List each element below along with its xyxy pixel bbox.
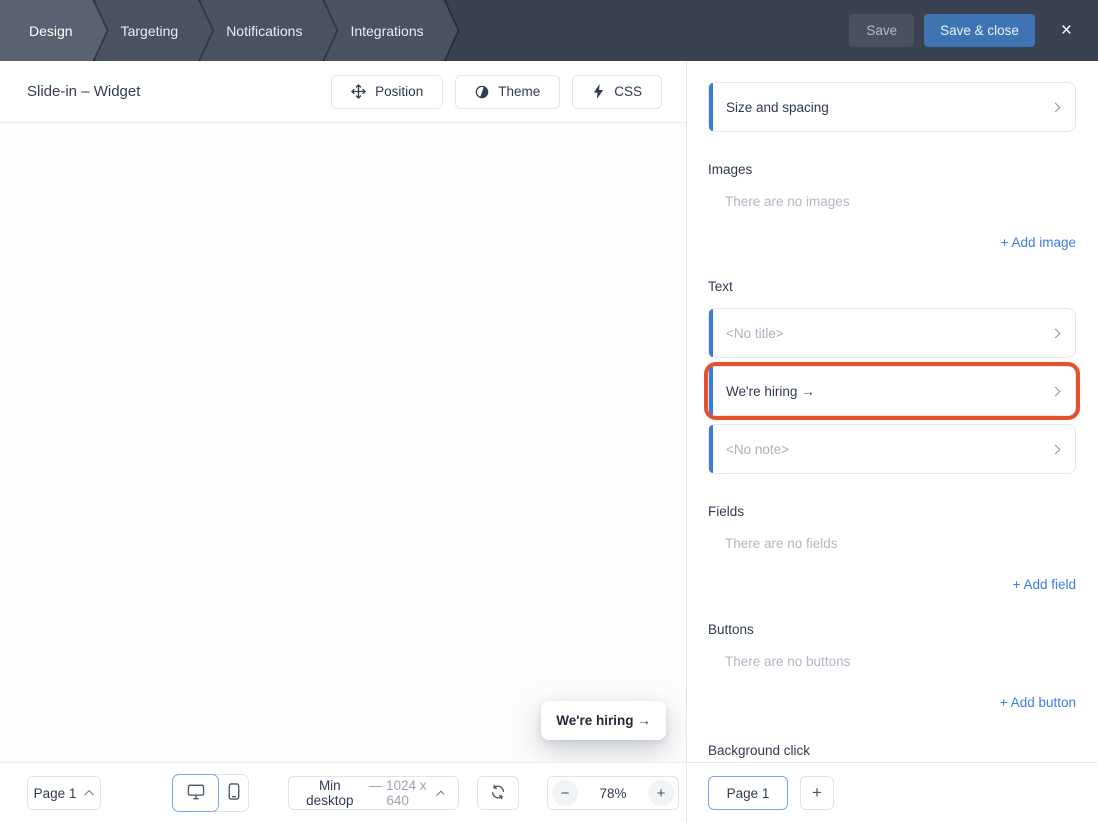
settings-sidebar: Size and spacing Images There are no ima… [687, 61, 1098, 762]
zoom-in-button[interactable]: + [648, 780, 674, 806]
top-navbar: Design Targeting Notifications Integrati… [0, 0, 1098, 61]
close-icon[interactable]: × [1053, 17, 1080, 44]
step-tabs: Design Targeting Notifications Integrati… [0, 0, 849, 61]
add-button-link[interactable]: + Add button [708, 695, 1076, 710]
contrast-icon [475, 85, 489, 99]
canvas-header: Slide-in – Widget Position [0, 61, 686, 123]
text-item-selected-card[interactable]: We're hiring → [708, 366, 1076, 416]
save-and-close-button[interactable]: Save & close [924, 14, 1035, 47]
chevron-right-icon [1051, 444, 1061, 454]
desktop-icon [187, 784, 205, 803]
viewport-dimensions: — 1024 x 640 [367, 778, 429, 808]
background-click-section: Background click Open URL – / × + Add ac… [708, 743, 1076, 762]
zoom-level: 78% [599, 786, 626, 801]
tab-targeting[interactable]: Targeting [95, 0, 213, 61]
size-and-spacing-label: Size and spacing [726, 100, 829, 115]
bottom-toolbar: Page 1 [0, 762, 1098, 823]
rotate-preview-button[interactable] [477, 776, 519, 810]
add-field-link[interactable]: + Add field [708, 577, 1076, 592]
css-button[interactable]: CSS [572, 75, 662, 109]
lightning-icon [592, 84, 605, 99]
images-empty-note: There are no images [708, 194, 1076, 209]
navbar-actions: Save Save & close × [849, 0, 1098, 61]
background-click-label: Background click [708, 743, 1076, 758]
css-button-label: CSS [614, 84, 642, 99]
text-item-label: <No note> [726, 442, 789, 457]
buttons-empty-note: There are no buttons [708, 654, 1076, 669]
widget-preview-pill[interactable]: We're hiring → [541, 701, 666, 740]
tab-integrations[interactable]: Integrations [324, 0, 457, 61]
viewport-size-dropdown[interactable]: Min desktop — 1024 x 640 [288, 776, 459, 810]
theme-button[interactable]: Theme [455, 75, 560, 109]
tab-notifications[interactable]: Notifications [200, 0, 336, 61]
text-item-title-card[interactable]: <No title> [708, 308, 1076, 358]
mobile-icon [228, 783, 240, 803]
blue-accent-bar [709, 425, 713, 473]
preview-canvas: We're hiring → [0, 123, 686, 762]
canvas-header-actions: Position Theme [331, 75, 662, 109]
editor-left-pane: Slide-in – Widget Position [0, 61, 686, 762]
device-toggle-group [172, 774, 249, 812]
zoom-out-button[interactable]: − [552, 780, 578, 806]
mobile-view-button[interactable] [219, 775, 248, 811]
blue-accent-bar [709, 367, 713, 415]
save-button[interactable]: Save [849, 14, 914, 47]
move-icon [351, 84, 366, 99]
text-item-label: We're hiring → [726, 384, 815, 399]
fields-empty-note: There are no fields [708, 536, 1076, 551]
fields-section: Fields There are no fields + Add field [708, 504, 1076, 592]
position-button-label: Position [375, 84, 423, 99]
chevron-right-icon [1051, 328, 1061, 338]
widget-editor-app: Design Targeting Notifications Integrati… [0, 0, 1098, 823]
buttons-section: Buttons There are no buttons + Add butto… [708, 622, 1076, 710]
page-tabs: Page 1 + [708, 776, 834, 810]
buttons-section-label: Buttons [708, 622, 1076, 637]
size-and-spacing-card[interactable]: Size and spacing [708, 82, 1076, 132]
text-section-label: Text [708, 279, 1076, 294]
page-1-button[interactable]: Page 1 [708, 776, 788, 810]
chevron-right-icon [1051, 386, 1061, 396]
tab-design[interactable]: Design [0, 0, 107, 61]
theme-button-label: Theme [498, 84, 540, 99]
text-item-label: <No title> [726, 326, 784, 341]
blue-accent-bar [709, 83, 713, 131]
page-selector-dropdown[interactable]: Page 1 [27, 776, 101, 810]
text-item-note-card[interactable]: <No note> [708, 424, 1076, 474]
add-page-button[interactable]: + [800, 776, 834, 810]
rotate-icon [490, 784, 506, 803]
text-section: Text <No title> We're hiring → <No note> [708, 279, 1076, 474]
blue-accent-bar [709, 309, 713, 357]
caret-up-icon [85, 789, 95, 799]
fields-section-label: Fields [708, 504, 1076, 519]
desktop-view-button[interactable] [172, 774, 219, 812]
zoom-control: − 78% + [547, 776, 679, 810]
viewport-name: Min desktop [303, 778, 357, 808]
chevron-right-icon [1051, 102, 1061, 112]
add-image-link[interactable]: + Add image [708, 235, 1076, 250]
caret-up-icon [435, 790, 444, 799]
images-section: Images There are no images + Add image [708, 162, 1076, 250]
position-button[interactable]: Position [331, 75, 443, 109]
images-section-label: Images [708, 162, 1076, 177]
page-selector-label: Page 1 [34, 786, 77, 801]
page-title: Slide-in – Widget [27, 83, 140, 100]
panel-divider [686, 61, 687, 823]
